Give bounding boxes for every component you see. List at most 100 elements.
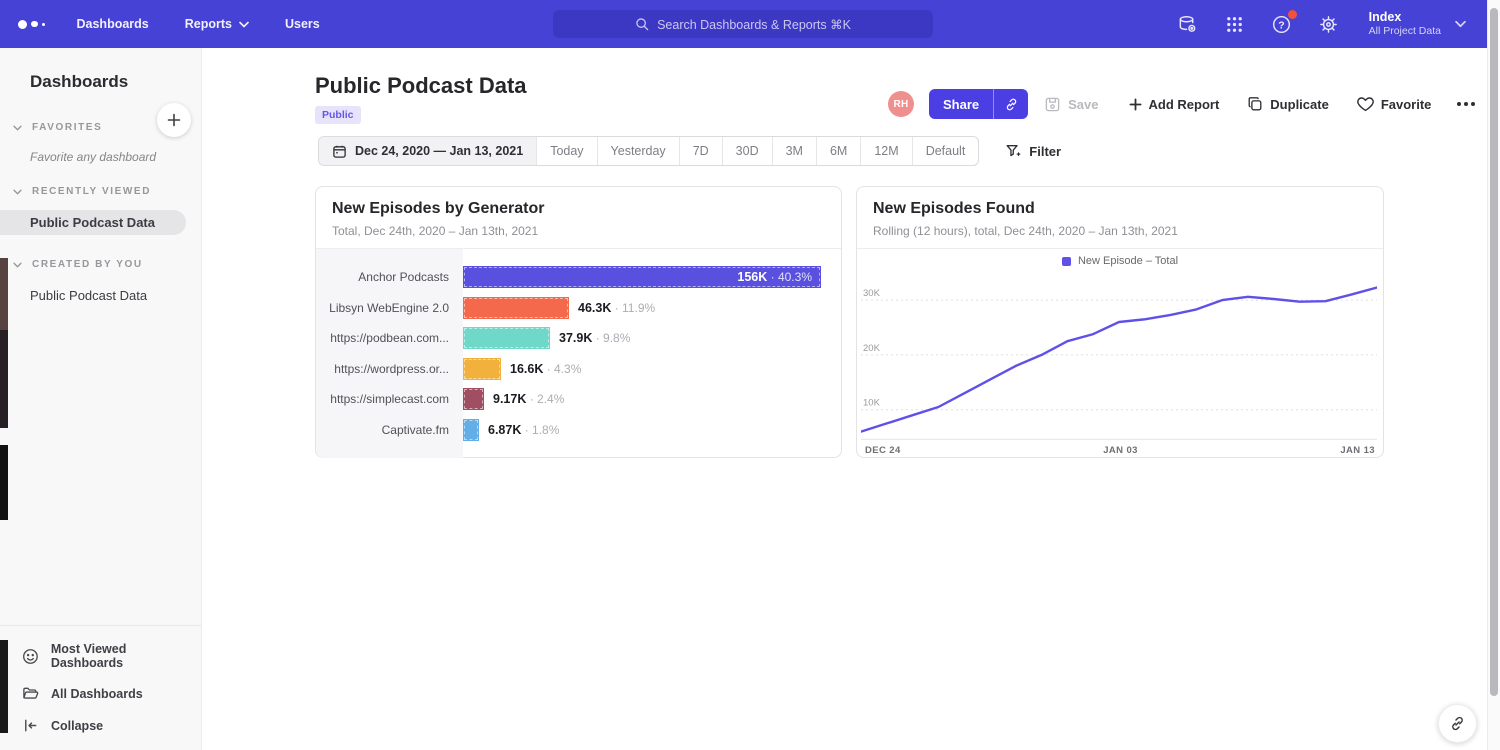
page-scrollbar[interactable] (1487, 0, 1500, 750)
nav-item-users[interactable]: Users (285, 17, 320, 31)
bar-segment[interactable]: 156K · 40.3% (463, 266, 821, 288)
card-new-episodes-found: New Episodes Found Rolling (12 hours), t… (856, 186, 1384, 458)
favorite-button[interactable]: Favorite (1357, 96, 1432, 112)
collapse-sidebar-button[interactable]: Collapse (22, 717, 201, 734)
sidebar-title: Dashboards (30, 72, 201, 92)
project-switcher[interactable]: Index All Project Data (1369, 10, 1466, 38)
bar-segment[interactable] (463, 358, 501, 380)
x-tick: JAN 13 (1340, 445, 1375, 456)
save-icon (1044, 96, 1061, 113)
bar-row: Captivate.fm6.87K · 1.8% (316, 419, 841, 441)
settings-gear-icon[interactable] (1318, 13, 1340, 35)
link-icon (1004, 97, 1019, 112)
bar-row: https://simplecast.com9.17K · 2.4% (316, 388, 841, 410)
preset-7d[interactable]: 7D (679, 137, 722, 165)
preset-today[interactable]: Today (536, 137, 596, 165)
sidebar-section-recently-viewed[interactable]: RECENTLY VIEWED (13, 186, 201, 197)
duplicate-button[interactable]: Duplicate (1247, 96, 1329, 112)
filter-label: Filter (1029, 144, 1061, 159)
all-dashboards-button[interactable]: All Dashboards (22, 685, 201, 702)
bar-segment[interactable] (463, 327, 550, 349)
chevron-down-icon (1455, 20, 1466, 28)
floating-copy-link-button[interactable] (1438, 704, 1477, 743)
preset-6m[interactable]: 6M (816, 137, 860, 165)
search-input[interactable]: Search Dashboards & Reports ⌘K (553, 10, 933, 38)
project-name: Index (1369, 10, 1441, 25)
screen-edge-artifact (0, 258, 8, 330)
card-title: New Episodes by Generator (332, 200, 825, 218)
bar-row: https://wordpress.or... 16.6K · 4.3% (316, 358, 841, 380)
line-chart-plot: 10K20K30K (857, 273, 1383, 440)
most-viewed-dashboards-button[interactable]: Most Viewed Dashboards (22, 642, 201, 670)
add-dashboard-button[interactable] (157, 103, 191, 137)
scrollbar-thumb[interactable] (1490, 8, 1498, 696)
share-button-label[interactable]: Share (929, 89, 993, 119)
brand-logo-icon[interactable] (18, 20, 45, 29)
card-title: New Episodes Found (873, 200, 1367, 218)
preset-yesterday[interactable]: Yesterday (597, 137, 679, 165)
preset-30d[interactable]: 30D (722, 137, 772, 165)
nav-item-label: Dashboards (77, 17, 149, 31)
dashboard-actions: RH Share Save Add Report Duplicate Favor… (888, 88, 1475, 120)
project-subtitle: All Project Data (1369, 25, 1441, 38)
bar-segment[interactable] (463, 297, 569, 319)
copy-icon (1247, 96, 1263, 112)
sidebar-item-public-podcast-data-created[interactable]: Public Podcast Data (0, 283, 201, 308)
top-nav: Dashboards Reports Users Search Dashboar… (0, 0, 1500, 48)
link-icon (1449, 715, 1466, 732)
section-label: FAVORITES (32, 122, 102, 133)
footer-item-label: Most Viewed Dashboards (51, 642, 201, 670)
x-tick: JAN 03 (1103, 445, 1138, 456)
section-label: RECENTLY VIEWED (32, 186, 151, 197)
legend-label: New Episode – Total (1078, 255, 1178, 267)
bar-category-label: https://wordpress.or... (316, 358, 449, 380)
date-range-button[interactable]: Dec 24, 2020 — Jan 13, 2021 (319, 137, 536, 165)
apps-grid-icon[interactable] (1224, 13, 1246, 35)
preset-12m[interactable]: 12M (860, 137, 911, 165)
data-management-icon[interactable] (1177, 13, 1199, 35)
y-tick-label: 10K (863, 398, 881, 409)
avatar[interactable]: RH (888, 91, 914, 117)
bar-rows: Anchor Podcasts156K · 40.3%Libsyn WebEng… (316, 249, 841, 458)
x-axis-labels: DEC 24 JAN 03 JAN 13 (857, 445, 1383, 456)
bar-category-label: https://simplecast.com (316, 388, 449, 410)
chart-legend[interactable]: New Episode – Total (857, 249, 1383, 273)
section-label: CREATED BY YOU (32, 259, 143, 270)
copy-link-button[interactable] (993, 89, 1028, 119)
nav-item-dashboards[interactable]: Dashboards (77, 17, 149, 31)
card-subtitle: Rolling (12 hours), total, Dec 24th, 202… (873, 224, 1367, 238)
chevron-down-icon (13, 189, 22, 195)
line-chart-svg[interactable]: 10K20K30K (861, 273, 1377, 440)
bar-category-label: https://podbean.com... (316, 327, 449, 349)
share-button[interactable]: Share (929, 89, 1028, 119)
preset-default[interactable]: Default (912, 137, 979, 165)
calendar-icon (332, 144, 347, 159)
bar-category-label: Captivate.fm (316, 419, 449, 441)
chevron-down-icon (239, 21, 249, 28)
preset-3m[interactable]: 3M (772, 137, 816, 165)
add-report-button[interactable]: Add Report (1129, 97, 1220, 112)
heart-icon (1357, 96, 1374, 112)
line-series[interactable] (861, 288, 1377, 432)
more-options-button[interactable] (1457, 102, 1475, 106)
visibility-badge[interactable]: Public (315, 106, 361, 124)
filter-button[interactable]: Filter (1005, 143, 1061, 159)
save-button[interactable]: Save (1044, 96, 1098, 113)
filter-icon (1005, 143, 1021, 159)
collapse-icon (22, 717, 39, 734)
sidebar-item-label: Public Podcast Data (30, 215, 155, 230)
nav-item-reports[interactable]: Reports (185, 17, 249, 31)
bar-segment[interactable] (463, 388, 484, 410)
sidebar-section-created-by-you[interactable]: CREATED BY YOU (13, 259, 201, 270)
svg-text:?: ? (1278, 19, 1284, 31)
bar-segment[interactable] (463, 419, 479, 441)
bar-row: Anchor Podcasts156K · 40.3% (316, 266, 841, 288)
date-range-control: Dec 24, 2020 — Jan 13, 2021 Today Yester… (318, 136, 979, 166)
help-icon[interactable]: ? (1271, 13, 1293, 35)
bar-value-label: 16.6K · 4.3% (510, 358, 581, 380)
screen-edge-artifact (0, 330, 8, 428)
smiley-icon (22, 648, 39, 665)
chevron-down-icon (13, 125, 22, 131)
y-tick-label: 20K (863, 343, 881, 354)
sidebar-item-public-podcast-data[interactable]: Public Podcast Data (0, 210, 201, 235)
